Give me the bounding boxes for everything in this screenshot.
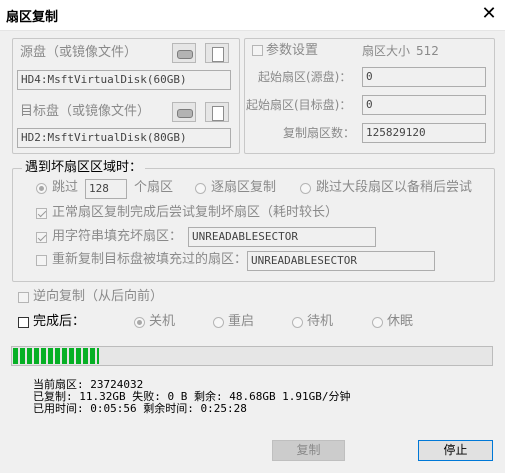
skip-unit-label: 个扇区 [134, 180, 174, 195]
sector-by-sector-radio[interactable] [195, 183, 206, 194]
disk-icon [177, 109, 193, 118]
source-input[interactable]: HD4:MsftVirtualDisk(60GB) [17, 70, 231, 90]
disk-icon [177, 50, 193, 59]
reverse-checkbox[interactable] [18, 292, 29, 303]
start-dst-label: 起始扇区(目标盘)： [246, 98, 352, 112]
retry-checkbox[interactable] [36, 208, 47, 219]
hibernate-label: 休眠 [387, 314, 414, 329]
file-icon [212, 47, 224, 62]
skip-large-radio[interactable] [300, 183, 311, 194]
restart-label: 重启 [228, 314, 255, 329]
window-title: 扇区复制 [6, 10, 59, 25]
recopy-label: 重新复制目标盘被填充过的扇区： [52, 252, 248, 267]
sector-by-sector-label: 逐扇区复制 [211, 180, 277, 195]
source-disk-button[interactable] [172, 43, 196, 63]
time-status-text: 已用时间: 0:05:56 剩余时间: 0:25:28 [33, 402, 247, 415]
count-input[interactable]: 125829120 [362, 123, 486, 143]
start-dst-input[interactable]: 0 [362, 95, 486, 115]
title-bar [0, 0, 505, 31]
reverse-label: 逆向复制（从后向前） [33, 289, 164, 304]
source-label: 源盘（或镜像文件） [20, 45, 138, 60]
fill-label: 用字符串填充坏扇区： [52, 229, 183, 244]
target-file-button[interactable] [205, 102, 229, 122]
shutdown-label: 关机 [149, 314, 176, 329]
standby-radio[interactable] [292, 317, 303, 328]
target-input[interactable]: HD2:MsftVirtualDisk(80GB) [17, 128, 231, 148]
after-complete-label: 完成后： [33, 314, 86, 329]
skip-large-label: 跳过大段扇区以备稍后尝试 [316, 180, 473, 195]
recopy-string-input[interactable]: UNREADABLESECTOR [247, 251, 435, 271]
skip-count-input[interactable]: 128 [85, 179, 127, 199]
skip-label: 跳过 [52, 180, 79, 195]
retry-label: 正常扇区复制完成后尝试复制坏扇区（耗时较长） [52, 205, 339, 220]
standby-label: 待机 [307, 314, 334, 329]
sector-size-value: 512 [416, 44, 439, 58]
target-label: 目标盘（或镜像文件） [20, 104, 151, 119]
source-file-button[interactable] [205, 43, 229, 63]
restart-radio[interactable] [213, 317, 224, 328]
stop-button[interactable]: 停止 [418, 440, 493, 461]
params-checkbox[interactable] [252, 45, 263, 56]
hibernate-radio[interactable] [372, 317, 383, 328]
after-complete-checkbox[interactable] [18, 317, 29, 328]
params-label: 参数设置 [266, 43, 319, 58]
fill-checkbox[interactable] [36, 232, 47, 243]
file-icon [212, 106, 224, 121]
close-icon[interactable]: ✕ [476, 2, 502, 26]
recopy-checkbox[interactable] [36, 255, 47, 266]
shutdown-radio[interactable] [134, 317, 145, 328]
bad-sector-group-label: 遇到坏扇区区域时： [22, 161, 146, 175]
start-src-input[interactable]: 0 [362, 67, 486, 87]
target-disk-button[interactable] [172, 102, 196, 122]
fill-string-input[interactable]: UNREADABLESECTOR [188, 227, 376, 247]
skip-radio[interactable] [36, 183, 47, 194]
copy-button[interactable]: 复制 [272, 440, 345, 461]
sector-size-label: 扇区大小 [362, 44, 411, 58]
progress-fill [13, 348, 99, 364]
count-label: 复制扇区数： [283, 126, 356, 140]
start-src-label: 起始扇区(源盘)： [258, 70, 352, 84]
progress-bar [11, 346, 493, 366]
